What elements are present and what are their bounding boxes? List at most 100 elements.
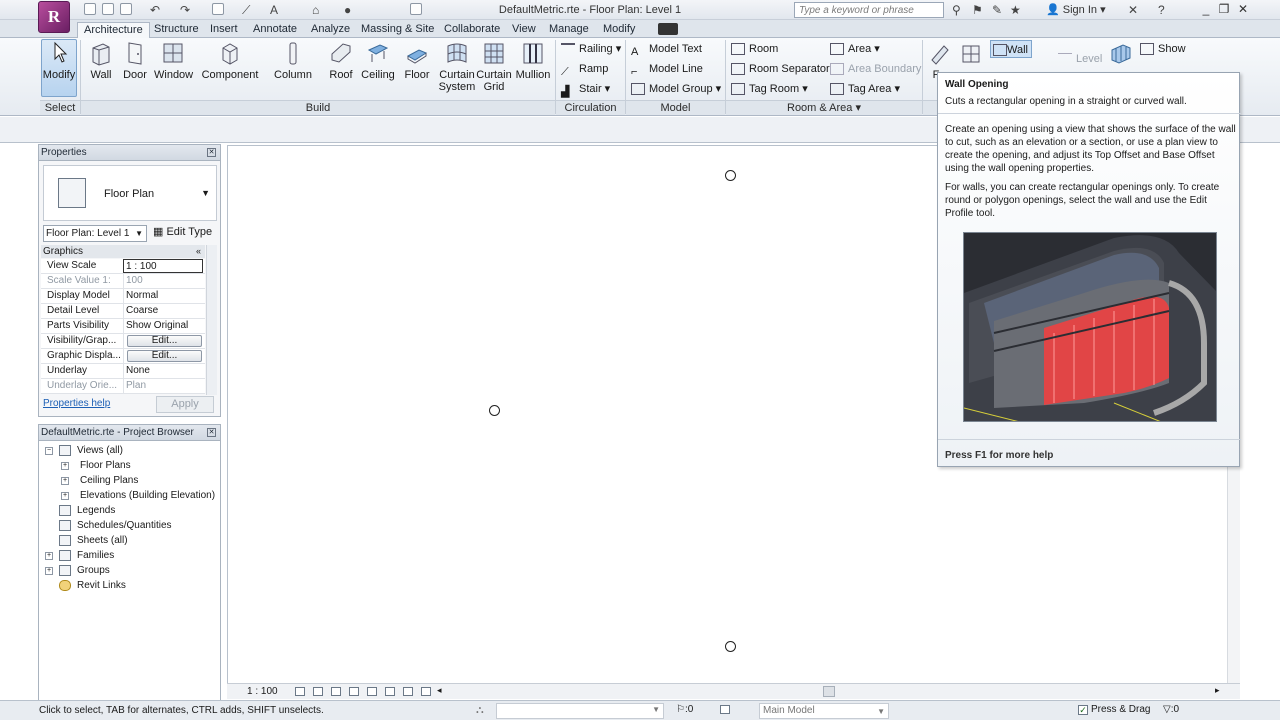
tab-modify[interactable]: Modify [597, 22, 641, 38]
tag-area-button[interactable]: Tag Area ▾ [830, 80, 900, 98]
save-icon[interactable] [102, 3, 114, 15]
print-icon[interactable] [212, 3, 224, 15]
close-button[interactable]: ✕ [1234, 1, 1252, 17]
edit-type-button[interactable]: ▦ Edit Type [153, 225, 212, 240]
graphic-display-edit-button[interactable]: Edit... [127, 350, 202, 362]
switch-windows-icon[interactable] [410, 3, 422, 15]
redo-icon[interactable]: ↷ [180, 3, 190, 17]
minimize-button[interactable]: _ [1197, 1, 1215, 17]
tab-massing-site[interactable]: Massing & Site [355, 22, 440, 38]
model-line-button[interactable]: ⌐ Model Line [631, 60, 703, 78]
tab-insert[interactable]: Insert [204, 22, 244, 38]
editable-only-icon[interactable]: ⚐:0 [676, 704, 693, 715]
prop-row-underlay[interactable]: Underlay None [41, 364, 205, 379]
set-work-plane-button[interactable] [1108, 40, 1134, 69]
curtain-grid-button[interactable]: Curtain Grid [476, 40, 512, 93]
properties-scrollbar[interactable] [206, 245, 217, 395]
railing-button[interactable]: Railing ▾ [561, 40, 621, 58]
favorites-icon[interactable]: ★ [1010, 3, 1021, 17]
press-drag-toggle[interactable]: ✓ Press & Drag [1078, 704, 1150, 715]
exchange-icon[interactable]: ✕ [1128, 3, 1138, 17]
mullion-button[interactable]: Mullion [513, 40, 553, 81]
view-scale-control[interactable]: 1 : 100 [247, 686, 278, 697]
tag-room-button[interactable]: Tag Room ▾ [731, 80, 808, 98]
design-option-dropdown[interactable]: Main Model ▼ [759, 703, 889, 719]
panel-room-area[interactable]: Room & Area ▾ [726, 100, 922, 115]
shadows-icon[interactable] [349, 687, 359, 696]
sync-icon[interactable] [120, 3, 132, 15]
temp-hide-icon[interactable] [403, 687, 413, 696]
crop-view-icon[interactable] [367, 687, 377, 696]
tab-analyze[interactable]: Analyze [305, 22, 356, 38]
model-text-button[interactable]: A Model Text [631, 40, 702, 58]
view-instance-dropdown[interactable]: Floor Plan: Level 1 ▼ [43, 225, 147, 242]
tab-annotate[interactable]: Annotate [247, 22, 303, 38]
horizontal-scroll-thumb[interactable] [823, 686, 835, 697]
curtain-system-button[interactable]: Curtain System [438, 40, 476, 93]
room-separator-button[interactable]: Room Separator [731, 60, 830, 78]
design-options-icon[interactable] [720, 705, 730, 714]
ramp-button[interactable]: ⟋ Ramp [561, 60, 608, 78]
maximize-button[interactable]: ❐ [1215, 1, 1233, 17]
apply-button[interactable]: Apply [156, 396, 214, 413]
floor-button[interactable]: Floor [401, 40, 433, 81]
tab-architecture[interactable]: Architecture [77, 22, 150, 39]
close-icon[interactable]: ✕ [207, 428, 216, 437]
graphics-group-header[interactable]: Graphics « [41, 245, 205, 258]
help-icon[interactable]: ? [1158, 3, 1165, 17]
tab-collaborate[interactable]: Collaborate [438, 22, 506, 38]
column-button[interactable]: Column [273, 40, 313, 81]
tab-structure[interactable]: Structure [148, 22, 205, 38]
prop-row-graphic-display[interactable]: Graphic Displa... Edit... [41, 349, 205, 364]
default-3d-icon[interactable]: ⌂ [312, 3, 319, 17]
worksets-icon[interactable]: ⛬ [476, 704, 484, 717]
show-crop-icon[interactable] [385, 687, 395, 696]
workset-dropdown[interactable]: ▼ [496, 703, 664, 719]
area-boundary-button[interactable]: Area Boundary [830, 60, 921, 78]
reveal-hidden-icon[interactable] [421, 687, 431, 696]
south-elevation-marker[interactable] [725, 641, 736, 652]
detail-level-icon[interactable] [295, 687, 305, 696]
west-elevation-marker[interactable] [489, 405, 500, 416]
section-icon[interactable]: ● [344, 3, 351, 17]
prop-row-parts-visibility[interactable]: Parts Visibility Show Original [41, 319, 205, 334]
subscription-icon[interactable]: ⚑ [972, 3, 983, 17]
area-button[interactable]: Area ▾ [830, 40, 880, 58]
text-icon[interactable]: A [270, 3, 278, 17]
prop-row-display-model[interactable]: Display Model Normal [41, 289, 205, 304]
properties-help-link[interactable]: Properties help [43, 398, 110, 409]
north-elevation-marker[interactable] [725, 170, 736, 181]
undo-icon[interactable]: ↶ [150, 3, 160, 17]
visibility-edit-button[interactable]: Edit... [127, 335, 202, 347]
level-button[interactable]: Level [1058, 50, 1102, 68]
stair-button[interactable]: ▟ Stair ▾ [561, 80, 610, 98]
prop-row-detail-level[interactable]: Detail Level Coarse [41, 304, 205, 319]
minimize-ribbon-icon[interactable] [658, 23, 678, 35]
tab-manage[interactable]: Manage [543, 22, 595, 38]
application-menu-button[interactable]: R [38, 1, 70, 33]
measure-icon[interactable]: ⟋ [242, 3, 250, 18]
sign-in-button[interactable]: 👤 Sign In ▾ [1046, 3, 1106, 16]
sun-path-icon[interactable] [331, 687, 341, 696]
modify-tool[interactable]: Modify [42, 40, 76, 81]
scroll-right-icon[interactable]: ▸ [1215, 685, 1220, 696]
search-input[interactable]: Type a keyword or phrase [794, 2, 944, 18]
scroll-left-icon[interactable]: ◂ [437, 685, 442, 696]
prop-row-view-scale[interactable]: View Scale 1 : 100 [41, 259, 205, 274]
panel-select[interactable]: Select [40, 100, 80, 115]
model-group-button[interactable]: Model Group ▾ [631, 80, 721, 98]
door-button[interactable]: Door [122, 40, 148, 81]
room-button[interactable]: Room [731, 40, 778, 58]
wall-opening-button[interactable]: Wall [990, 40, 1032, 58]
ceiling-button[interactable]: Ceiling [360, 40, 396, 81]
tab-view[interactable]: View [506, 22, 542, 38]
type-selector[interactable]: Floor Plan ▼ [43, 165, 217, 221]
prop-row-visibility-graphics[interactable]: Visibility/Grap... Edit... [41, 334, 205, 349]
show-work-plane-button[interactable]: Show [1140, 40, 1186, 58]
window-button[interactable]: Window [154, 40, 193, 81]
filter-icon[interactable]: ▽:0 [1163, 704, 1179, 715]
roof-button[interactable]: Roof [326, 40, 356, 81]
close-icon[interactable]: ✕ [207, 148, 216, 157]
shaft-button[interactable] [958, 40, 984, 69]
communication-icon[interactable]: ✎ [992, 3, 1002, 17]
